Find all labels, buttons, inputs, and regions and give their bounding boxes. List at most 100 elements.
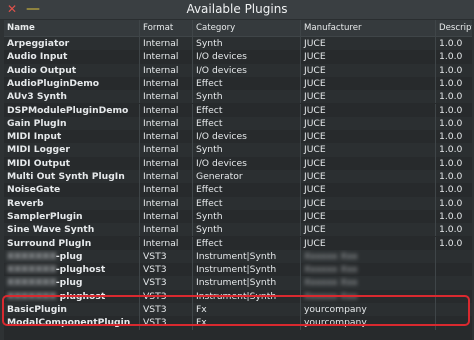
cell-format: Internal [140, 103, 193, 117]
cell-category: Generator [193, 170, 301, 184]
table-row[interactable]: MIDI Logger Internal Synth JUCE 1.0.0 [4, 143, 472, 157]
cell-manufacturer: JUCE [301, 209, 436, 224]
cell-name-text: -plughost [55, 290, 106, 302]
table-row[interactable]: MIDI Output Internal I/O devices JUCE 1.0.0 [4, 156, 472, 170]
cell-manufacturer: JUCE [301, 196, 436, 210]
cell-category: Effect [193, 196, 301, 210]
cell-category: I/O devices [193, 156, 301, 170]
cell-name: ModalComponentPlugin [4, 316, 140, 330]
cell-description: 1.0.0 [439, 157, 463, 169]
cell-manufacturer: JUCE [301, 90, 436, 104]
table-row[interactable]: Audio Input Internal I/O devices JUCE 1.0.0 [4, 50, 472, 64]
cell-name-text: Surround PlugIn [7, 237, 92, 249]
cell-description: 1.0.0 [439, 171, 463, 182]
table-row[interactable]: SamplerPlugin Internal Synth JUCE 1.0.0 [4, 209, 472, 224]
cell-format: VST3 [140, 276, 193, 290]
cell-format: VST3 [140, 303, 193, 317]
cell-name: MIDI Output [4, 156, 140, 170]
table-row[interactable]: AUv3 Synth Internal Synth JUCE 1.0.0 [4, 90, 472, 104]
cell-format: VST3 [140, 249, 193, 264]
cell-format: Internal [140, 209, 193, 224]
cell-manufacturer: JUCE [301, 103, 436, 117]
table-row[interactable]: XXXXXXX-plughost VST3 Instrument|Synth Xxxx… [4, 263, 472, 277]
table-row[interactable]: Audio Output Internal I/O devices JUCE 1.0.0 [4, 63, 472, 77]
column-header-description[interactable]: Description [436, 20, 472, 36]
cell-manufacturer: JUCE [301, 130, 436, 144]
cell-name: Gain PlugIn [4, 116, 140, 131]
cell-format: Internal [140, 130, 193, 144]
cell-category: Effect [193, 116, 301, 131]
table-row[interactable]: MIDI Input Internal I/O devices JUCE 1.0.0 [4, 130, 472, 144]
redacted-name: XXXXXXX [7, 290, 56, 302]
cell-format: Internal [140, 143, 193, 157]
cell-description [436, 290, 472, 303]
cell-category: Effect [193, 103, 301, 117]
cell-name: Surround PlugIn [4, 236, 140, 250]
cell-format: Internal [140, 170, 193, 184]
cell-format: Internal [140, 196, 193, 210]
redacted-manufacturer: Xxxxxx Xxx [304, 277, 358, 289]
cell-name-text: ModalComponentPlugin [7, 317, 131, 329]
column-header-manufacturer[interactable]: Manufacturer [301, 20, 436, 36]
cell-name-text: Audio Output [7, 64, 77, 76]
cell-name: XXXXXXX-plughost [4, 289, 140, 303]
cell-category: Instrument|Synth [193, 249, 301, 264]
cell-manufacturer: Xxxxxx Xxx [301, 263, 436, 277]
cell-description: 1.0.0 [439, 38, 463, 49]
table-row[interactable]: XXXXXXX-plug VST3 Instrument|Synth Xxxxxx X… [4, 276, 472, 290]
cell-name-text: NoiseGate [7, 184, 61, 196]
cell-manufacturer: JUCE [301, 156, 436, 170]
cell-manufacturer: JUCE [301, 76, 436, 91]
cell-category: Effect [193, 183, 301, 197]
redacted-manufacturer: Xxxxxx Xxx [304, 264, 358, 276]
cell-name-text: AUv3 Synth [7, 91, 67, 103]
table-row[interactable]: Arpeggiator Internal Synth JUCE 1.0.0 [4, 37, 472, 51]
table-row[interactable]: AudioPluginDemo Internal Effect JUCE 1.0.0 [4, 76, 472, 91]
table-row[interactable]: BasicPlugin VST3 Fx yourcompany [4, 303, 472, 317]
table-row[interactable]: NoiseGate Internal Effect JUCE 1.0.0 [4, 183, 472, 197]
cell-format: Internal [140, 50, 193, 64]
cell-name: DSPModulePluginDemo [4, 103, 140, 117]
table-row[interactable]: DSPModulePluginDemo Internal Effect JUCE 1.0… [4, 103, 472, 117]
column-header-name[interactable]: Name [4, 20, 140, 36]
table-row[interactable]: ModalComponentPlugin VST3 Fx yourcompany [4, 316, 472, 330]
cell-description: 1.0.0 [439, 224, 463, 236]
cell-name: Reverb [4, 196, 140, 210]
cell-category: Synth [193, 37, 301, 51]
cell-category: Synth [193, 209, 301, 224]
cell-format: Internal [140, 76, 193, 91]
cell-manufacturer: JUCE [301, 223, 436, 237]
cell-name: Arpeggiator [4, 37, 140, 51]
column-header-category[interactable]: Category [193, 20, 301, 36]
cell-name-text: Gain PlugIn [7, 117, 67, 129]
column-header-format[interactable]: Format [140, 20, 193, 36]
cell-name-text: Multi Out Synth PlugIn [7, 171, 125, 182]
cell-description: 1.0.0 [439, 104, 463, 116]
cell-name-text: DSPModulePluginDemo [7, 104, 129, 116]
cell-description [436, 303, 472, 316]
table-row[interactable]: Sine Wave Synth Internal Synth JUCE 1.0.0 [4, 223, 472, 237]
table-row[interactable]: XXXXXXX-plug VST3 Instrument|Synth Xxxxxx X… [4, 249, 472, 264]
cell-name: Audio Output [4, 63, 140, 77]
cell-name: XXXXXXX-plug [4, 249, 140, 264]
cell-name: MIDI Logger [4, 143, 140, 157]
cell-format: VST3 [140, 316, 193, 330]
table-row[interactable]: Gain PlugIn Internal Effect JUCE 1.0.0 [4, 116, 472, 131]
redacted-manufacturer: Xxxxxx Xxx [304, 250, 358, 262]
cell-manufacturer: JUCE [301, 63, 436, 77]
table-row[interactable]: Multi Out Synth PlugIn Internal Generator J… [4, 170, 472, 184]
cell-description [436, 263, 472, 276]
cell-name: SamplerPlugin [4, 209, 140, 224]
cell-description: 1.0.0 [439, 77, 463, 89]
cell-description [436, 316, 472, 329]
cell-name: AUv3 Synth [4, 90, 140, 104]
table-row[interactable]: Reverb Internal Effect JUCE 1.0.0 [4, 196, 472, 210]
cell-manufacturer: yourcompany [301, 303, 436, 317]
cell-description: 1.0.0 [439, 64, 463, 76]
cell-description [436, 250, 472, 263]
table-row[interactable]: XXXXXXX-plughost VST3 Instrument|Synth Xxxx… [4, 289, 472, 303]
cell-name-text: MIDI Output [7, 157, 71, 169]
cell-description [436, 276, 472, 289]
cell-format: Internal [140, 236, 193, 250]
table-row[interactable]: Surround PlugIn Internal Effect JUCE 1.0.0 [4, 236, 472, 250]
